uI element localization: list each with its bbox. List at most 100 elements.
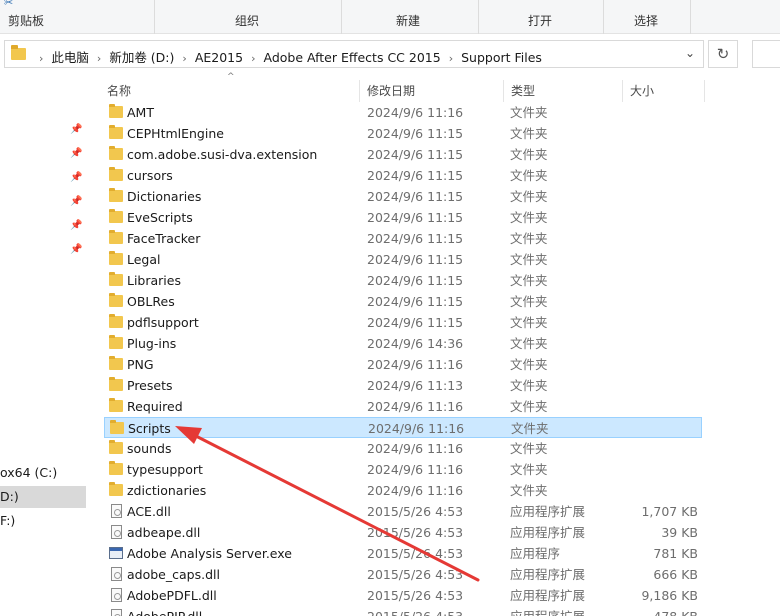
application-icon (109, 547, 123, 559)
file-name: zdictionaries (127, 483, 207, 498)
table-row[interactable]: ACE.dll 2015/5/26 4:53 应用程序扩展 1,707 KB (104, 501, 702, 522)
folder-icon (109, 188, 123, 202)
pin-icon[interactable]: 📌 (70, 220, 82, 231)
table-row[interactable]: AdobePDFL.dll 2015/5/26 4:53 应用程序扩展 9,186 K… (104, 585, 702, 606)
ribbon-group-organize: 组织 (235, 14, 260, 28)
pin-icon[interactable]: 📌 (70, 148, 82, 159)
column-divider[interactable] (622, 80, 623, 102)
table-row[interactable]: AdobePIP.dll 2015/5/26 4:53 应用程序扩展 478 KB (104, 606, 702, 616)
chevron-right-icon[interactable]: › (182, 52, 186, 65)
file-type: 应用程序扩展 (510, 606, 585, 616)
ribbon-group-new: 新建 (396, 14, 421, 28)
ribbon-divider (154, 0, 155, 34)
table-row[interactable]: Adobe Analysis Server.exe 2015/5/26 4:53 应… (104, 543, 702, 564)
table-row[interactable]: Dictionaries 2024/9/6 11:15 文件夹 (104, 186, 702, 207)
breadcrumb-item[interactable]: Adobe After Effects CC 2015 (263, 50, 440, 65)
table-row[interactable]: Plug-ins 2024/9/6 14:36 文件夹 (104, 333, 702, 354)
table-row[interactable]: Presets 2024/9/6 11:13 文件夹 (104, 375, 702, 396)
file-name: typesupport (127, 462, 203, 477)
chevron-right-icon[interactable]: › (251, 52, 255, 65)
table-row[interactable]: AMT 2024/9/6 11:16 文件夹 (104, 102, 702, 123)
file-size: 39 KB (661, 525, 698, 540)
table-row[interactable]: com.adobe.susi-dva.extension 2024/9/6 11:… (104, 144, 702, 165)
table-row[interactable]: Libraries 2024/9/6 11:15 文件夹 (104, 270, 702, 291)
file-date: 2024/9/6 11:16 (367, 483, 464, 498)
table-row[interactable]: Scripts 2024/9/6 11:16 文件夹 (104, 417, 702, 438)
file-type: 应用程序扩展 (510, 525, 586, 540)
breadcrumb-item[interactable]: AE2015 (195, 50, 243, 65)
file-name: Required (127, 399, 183, 414)
folder-icon (109, 335, 123, 349)
column-header-size[interactable]: 大小 (630, 80, 654, 102)
table-row[interactable]: Required 2024/9/6 11:16 文件夹 (104, 396, 702, 417)
chevron-down-icon[interactable]: ⌄ (685, 46, 695, 60)
breadcrumb-item[interactable]: Support Files (461, 50, 542, 65)
table-row[interactable]: adobe_caps.dll 2015/5/26 4:53 应用程序扩展 666 KB (104, 564, 702, 585)
folder-icon (109, 230, 123, 244)
search-input[interactable] (752, 40, 780, 68)
breadcrumb-item[interactable]: 此电脑 (51, 47, 89, 66)
folder-icon (109, 251, 123, 265)
folder-icon (109, 398, 123, 412)
folder-icon (109, 272, 123, 286)
table-row[interactable]: PNG 2024/9/6 11:16 文件夹 (104, 354, 702, 375)
refresh-button[interactable]: ↻ (708, 40, 738, 68)
dll-file-icon (111, 609, 122, 616)
ribbon-divider (690, 0, 691, 34)
file-name: Plug-ins (127, 336, 177, 351)
pin-icon[interactable]: 📌 (70, 244, 82, 255)
nav-item-drive-c[interactable]: ox64 (C:) (0, 462, 86, 484)
file-date: 2024/9/6 11:15 (367, 231, 464, 246)
table-row[interactable]: sounds 2024/9/6 11:16 文件夹 (104, 438, 702, 459)
file-name: Libraries (127, 273, 181, 288)
column-divider[interactable] (704, 80, 705, 102)
nav-item-drive-f[interactable]: F:) (0, 510, 86, 532)
file-date: 2024/9/6 14:36 (367, 336, 464, 351)
table-row[interactable]: typesupport 2024/9/6 11:16 文件夹 (104, 459, 702, 480)
column-header-name[interactable]: 名称 (107, 80, 131, 102)
nav-item-drive-d[interactable]: D:) (0, 486, 86, 508)
file-date: 2024/9/6 11:15 (367, 315, 464, 330)
pin-icon[interactable]: 📌 (70, 172, 82, 183)
table-row[interactable]: Legal 2024/9/6 11:15 文件夹 (104, 249, 702, 270)
file-name: Adobe Analysis Server.exe (127, 546, 292, 561)
file-type: 应用程序扩展 (510, 588, 586, 603)
navigation-pane: 📌 📌 📌 📌 📌 📌 ox64 (C:) D:) F:) (0, 76, 86, 616)
folder-icon (109, 293, 123, 307)
table-row[interactable]: adbeape.dll 2015/5/26 4:53 应用程序扩展 39 KB (104, 522, 702, 543)
cut-icon[interactable]: ✂ (4, 0, 13, 9)
column-divider[interactable] (359, 80, 360, 102)
file-type: 应用程序 (510, 546, 561, 561)
table-row[interactable]: OBLRes 2024/9/6 11:15 文件夹 (104, 291, 702, 312)
file-date: 2024/9/6 11:15 (367, 189, 464, 204)
table-row[interactable]: FaceTracker 2024/9/6 11:15 文件夹 (104, 228, 702, 249)
file-size: 1,707 KB (641, 504, 698, 519)
table-row[interactable]: CEPHtmlEngine 2024/9/6 11:15 文件夹 (104, 123, 702, 144)
file-name: sounds (127, 441, 172, 456)
file-date: 2015/5/26 4:53 (367, 504, 464, 519)
chevron-right-icon[interactable]: › (449, 52, 453, 65)
file-type: 文件夹 (510, 336, 548, 351)
file-date: 2015/5/26 4:53 (367, 606, 463, 616)
ribbon-divider (603, 0, 604, 34)
address-bar[interactable]: › 此电脑 › 新加卷 (D:) › AE2015 › Adobe After Effects… (4, 40, 704, 68)
table-row[interactable]: cursors 2024/9/6 11:15 文件夹 (104, 165, 702, 186)
table-row[interactable]: pdflsupport 2024/9/6 11:15 文件夹 (104, 312, 702, 333)
column-header-date[interactable]: 修改日期 (367, 80, 415, 102)
chevron-right-icon[interactable]: › (97, 52, 101, 65)
chevron-right-icon[interactable]: › (39, 52, 43, 65)
file-date: 2024/9/6 11:16 (367, 357, 464, 372)
pin-icon[interactable]: 📌 (70, 124, 82, 135)
pin-icon[interactable]: 📌 (70, 196, 82, 207)
file-name: cursors (127, 168, 173, 183)
file-name: adobe_caps.dll (127, 567, 220, 582)
column-header-type[interactable]: 类型 (511, 80, 535, 102)
file-date: 2024/9/6 11:16 (367, 399, 464, 414)
breadcrumb-item[interactable]: 新加卷 (D:) (109, 47, 174, 66)
file-name: Scripts (128, 421, 171, 436)
table-row[interactable]: EveScripts 2024/9/6 11:15 文件夹 (104, 207, 702, 228)
file-size: 478 KB (653, 606, 698, 616)
table-row[interactable]: zdictionaries 2024/9/6 11:16 文件夹 (104, 480, 702, 501)
column-divider[interactable] (503, 80, 504, 102)
file-date: 2024/9/6 11:15 (367, 252, 464, 267)
